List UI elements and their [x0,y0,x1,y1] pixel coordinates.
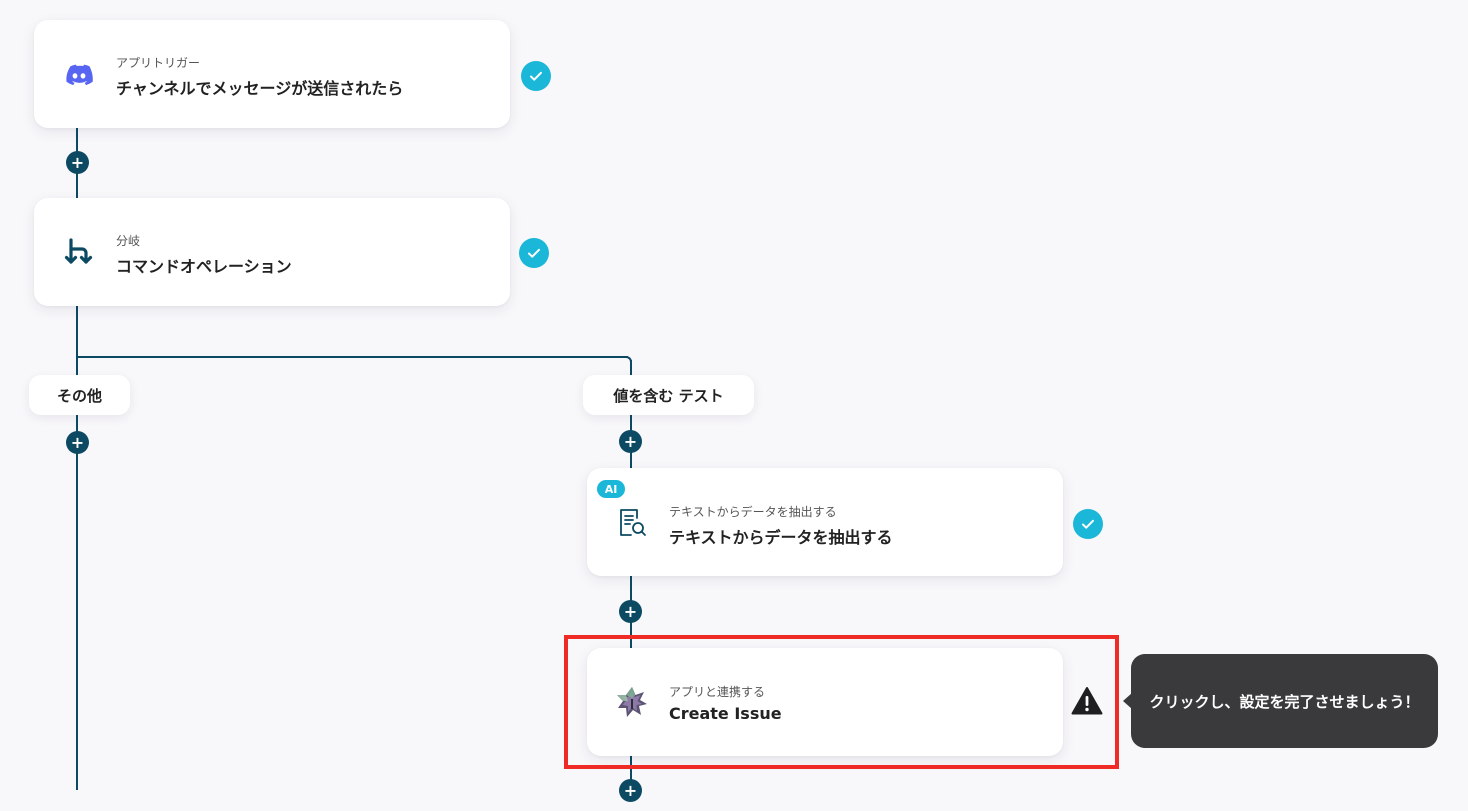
add-step-button[interactable]: + [619,430,642,453]
warning-icon [1071,686,1103,716]
step-card-branch[interactable]: 分岐 コマンドオペレーション [34,198,510,306]
tooltip-arrow [1123,693,1132,709]
step-subtitle: 分岐 [116,234,141,248]
check-circle-icon [1073,509,1103,539]
highlight-frame [564,635,1119,769]
add-step-button[interactable]: + [66,431,89,454]
branch-label-contains-value[interactable]: 値を含む テスト [583,375,754,415]
branch-icon [62,235,96,269]
ai-badge: AI [597,480,625,498]
step-card-trigger[interactable]: アプリトリガー チャンネルでメッセージが送信されたら [34,20,510,128]
step-card-ai-extract[interactable]: AI テキストからデータを抽出する テキストからデータを抽出する [587,468,1063,576]
setup-tooltip: クリックし、設定を完了させましょう！ [1123,654,1438,748]
step-subtitle: アプリトリガー [116,56,201,70]
connector-line-branch-horizontal [76,356,628,358]
add-step-button[interactable]: + [66,151,89,174]
tooltip-text: クリックし、設定を完了させましょう！ [1149,692,1420,711]
branch-label-other[interactable]: その他 [29,375,130,415]
step-subtitle: テキストからデータを抽出する [669,505,837,519]
step-title: チャンネルでメッセージが送信されたら [116,79,404,98]
document-search-icon [615,505,649,539]
check-circle-icon [519,238,549,268]
check-circle-icon [521,61,551,91]
add-step-button[interactable]: + [619,779,642,802]
step-title: テキストからデータを抽出する [669,528,893,547]
discord-icon [62,57,96,91]
add-step-button[interactable]: + [619,600,642,623]
step-title: コマンドオペレーション [116,257,292,276]
